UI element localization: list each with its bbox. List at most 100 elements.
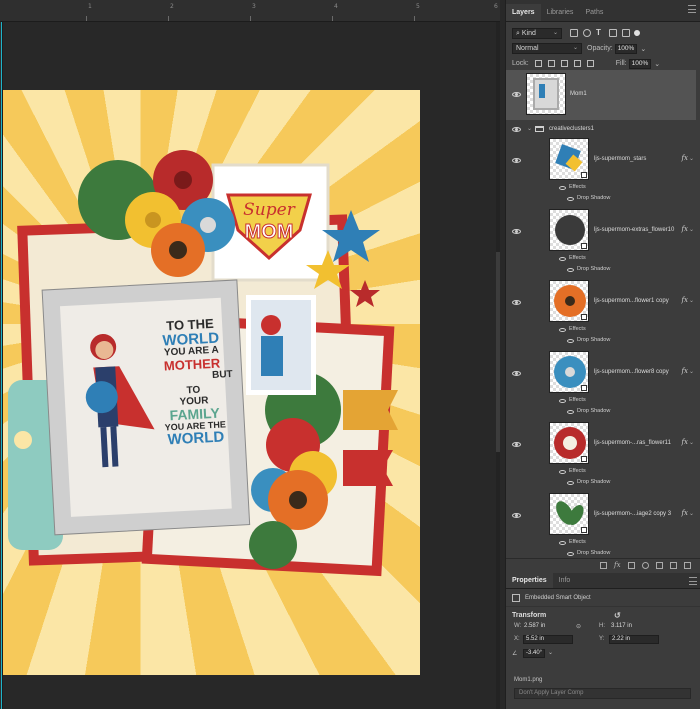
layer-name[interactable]: ljs-supermom-extras_flower10: [594, 227, 674, 233]
layer-name[interactable]: ljs-supermom_stars: [594, 156, 646, 162]
layer-name[interactable]: ljs-supermom...flower1 copy: [594, 298, 669, 304]
layer-row[interactable]: ljs-supermom...flower8 copy fx ⌄ Effects…: [506, 351, 696, 421]
height-value[interactable]: 3.117 in: [611, 623, 632, 629]
lock-all-icon[interactable]: [586, 60, 594, 67]
horizontal-ruler[interactable]: 1 2 3 4 5 6: [0, 0, 500, 22]
fx-icon[interactable]: fx: [681, 296, 688, 304]
layer-name[interactable]: ljs-supermom-...ras_flower11: [594, 440, 671, 446]
fx-icon[interactable]: fx: [681, 438, 688, 446]
new-layer-icon[interactable]: [670, 562, 677, 569]
visibility-eye-icon[interactable]: [512, 371, 521, 376]
tab-properties[interactable]: Properties: [506, 573, 553, 588]
effect-name[interactable]: Drop Shadow: [577, 266, 610, 272]
visibility-eye-icon[interactable]: [512, 92, 521, 97]
lock-transparent-icon[interactable]: [534, 60, 542, 67]
chevron-down-icon[interactable]: ⌄: [640, 45, 646, 53]
chevron-down-icon[interactable]: ⌄: [654, 60, 660, 68]
layer-row[interactable]: ljs-supermom_stars fx ⌄ Effects Drop Sha…: [506, 138, 696, 208]
link-wh-icon[interactable]: ⊝: [576, 623, 581, 630]
layer-name[interactable]: Mom1: [570, 91, 587, 97]
guide-line[interactable]: [1, 22, 2, 709]
layer-name[interactable]: ljs-supermom...flower8 copy: [594, 369, 669, 375]
chevron-down-icon[interactable]: ⌄: [527, 125, 532, 132]
new-group-icon[interactable]: [656, 562, 663, 569]
lock-artboard-icon[interactable]: [573, 60, 581, 67]
pixel-filter-icon[interactable]: [570, 29, 578, 37]
panel-menu-icon[interactable]: [688, 5, 696, 13]
trash-icon[interactable]: [684, 562, 691, 569]
y-input[interactable]: 2.22 in: [609, 635, 659, 644]
lock-position-icon[interactable]: [560, 60, 568, 67]
scrapbook-artwork[interactable]: Super MOM TO THE WORLD YOU ARE A MOTHER …: [3, 90, 420, 675]
x-input[interactable]: 5.52 in: [523, 635, 573, 644]
blend-mode-dropdown[interactable]: Normal ⌄: [512, 43, 582, 54]
effect-name[interactable]: Drop Shadow: [577, 195, 610, 201]
visibility-eye-icon[interactable]: [512, 127, 521, 132]
add-style-fx-icon[interactable]: fx: [614, 562, 621, 569]
document-canvas-area[interactable]: 1 2 3 4 5 6 Super MOM TO THE WORLD YOU A…: [0, 0, 500, 709]
effects-eye-icon[interactable]: [559, 257, 566, 261]
effect-name[interactable]: Drop Shadow: [577, 337, 610, 343]
visibility-eye-icon[interactable]: [512, 442, 521, 447]
group-name[interactable]: creativeclusters1: [549, 126, 594, 132]
adjustment-filter-icon[interactable]: [583, 29, 591, 37]
effect-eye-icon[interactable]: [567, 481, 574, 485]
effects-eye-icon[interactable]: [559, 186, 566, 190]
fx-icon[interactable]: fx: [681, 509, 688, 517]
layer-group-row[interactable]: ⌄ creativeclusters1: [506, 122, 696, 136]
layer-row[interactable]: ljs-supermom...flower1 copy fx ⌄ Effects…: [506, 280, 696, 350]
effect-name[interactable]: Drop Shadow: [577, 479, 610, 485]
visibility-eye-icon[interactable]: [512, 158, 521, 163]
effects-eye-icon[interactable]: [559, 328, 566, 332]
fx-icon[interactable]: fx: [681, 367, 688, 375]
fx-icon[interactable]: fx: [681, 225, 688, 233]
smart-object-filter-icon[interactable]: [622, 29, 630, 37]
effect-eye-icon[interactable]: [567, 268, 574, 272]
chevron-down-icon[interactable]: ⌄: [689, 439, 694, 446]
chevron-down-icon[interactable]: ⌄: [689, 510, 694, 517]
layer-row[interactable]: ljs-supermom-...iage2 copy 3 fx ⌄ Effect…: [506, 493, 696, 558]
fill-input[interactable]: 100%: [628, 58, 652, 69]
layer-row[interactable]: ljs-supermom-...ras_flower11 fx ⌄ Effect…: [506, 422, 696, 492]
effects-eye-icon[interactable]: [559, 399, 566, 403]
chevron-down-icon[interactable]: ⌄: [548, 649, 553, 656]
chevron-down-icon[interactable]: ⌄: [689, 226, 694, 233]
reset-transform-icon[interactable]: ↺: [614, 611, 621, 620]
effects-eye-icon[interactable]: [559, 470, 566, 474]
filter-toggle-icon[interactable]: [634, 30, 640, 36]
effect-eye-icon[interactable]: [567, 197, 574, 201]
scrollbar-thumb[interactable]: [496, 252, 500, 452]
visibility-eye-icon[interactable]: [512, 229, 521, 234]
new-adjustment-icon[interactable]: [642, 562, 649, 569]
chevron-down-icon[interactable]: ⌄: [689, 297, 694, 304]
effect-eye-icon[interactable]: [567, 552, 574, 556]
type-filter-icon[interactable]: T: [596, 29, 604, 37]
tab-layers[interactable]: Layers: [506, 4, 541, 21]
effect-name[interactable]: Drop Shadow: [577, 550, 610, 556]
layer-comp-dropdown[interactable]: Don't Apply Layer Comp: [514, 688, 691, 699]
effect-eye-icon[interactable]: [567, 410, 574, 414]
chevron-down-icon[interactable]: ⌄: [689, 368, 694, 375]
effect-eye-icon[interactable]: [567, 339, 574, 343]
layer-name[interactable]: ljs-supermom-...iage2 copy 3: [594, 511, 671, 517]
link-layers-icon[interactable]: [600, 562, 607, 569]
width-value[interactable]: 2.587 in: [524, 623, 545, 629]
add-mask-icon[interactable]: [628, 562, 635, 569]
effect-name[interactable]: Drop Shadow: [577, 408, 610, 414]
shape-filter-icon[interactable]: [609, 29, 617, 37]
opacity-input[interactable]: 100%: [614, 43, 638, 54]
lock-image-icon[interactable]: [547, 60, 555, 67]
layer-row[interactable]: ljs-supermom-extras_flower10 fx ⌄ Effect…: [506, 209, 696, 279]
filter-kind-dropdown[interactable]: ⌕ Kind ⌄: [512, 27, 562, 39]
visibility-eye-icon[interactable]: [512, 513, 521, 518]
fx-icon[interactable]: fx: [681, 154, 688, 162]
tab-info[interactable]: Info: [553, 573, 577, 588]
chevron-down-icon[interactable]: ⌄: [689, 155, 694, 162]
angle-input[interactable]: -3.40°: [523, 649, 545, 658]
visibility-eye-icon[interactable]: [512, 300, 521, 305]
layer-row-mom1[interactable]: Mom1: [506, 70, 696, 120]
canvas-scrollbar[interactable]: [496, 22, 500, 709]
effects-eye-icon[interactable]: [559, 541, 566, 545]
panel-menu-icon[interactable]: [689, 577, 697, 585]
tab-paths[interactable]: Paths: [579, 4, 609, 21]
